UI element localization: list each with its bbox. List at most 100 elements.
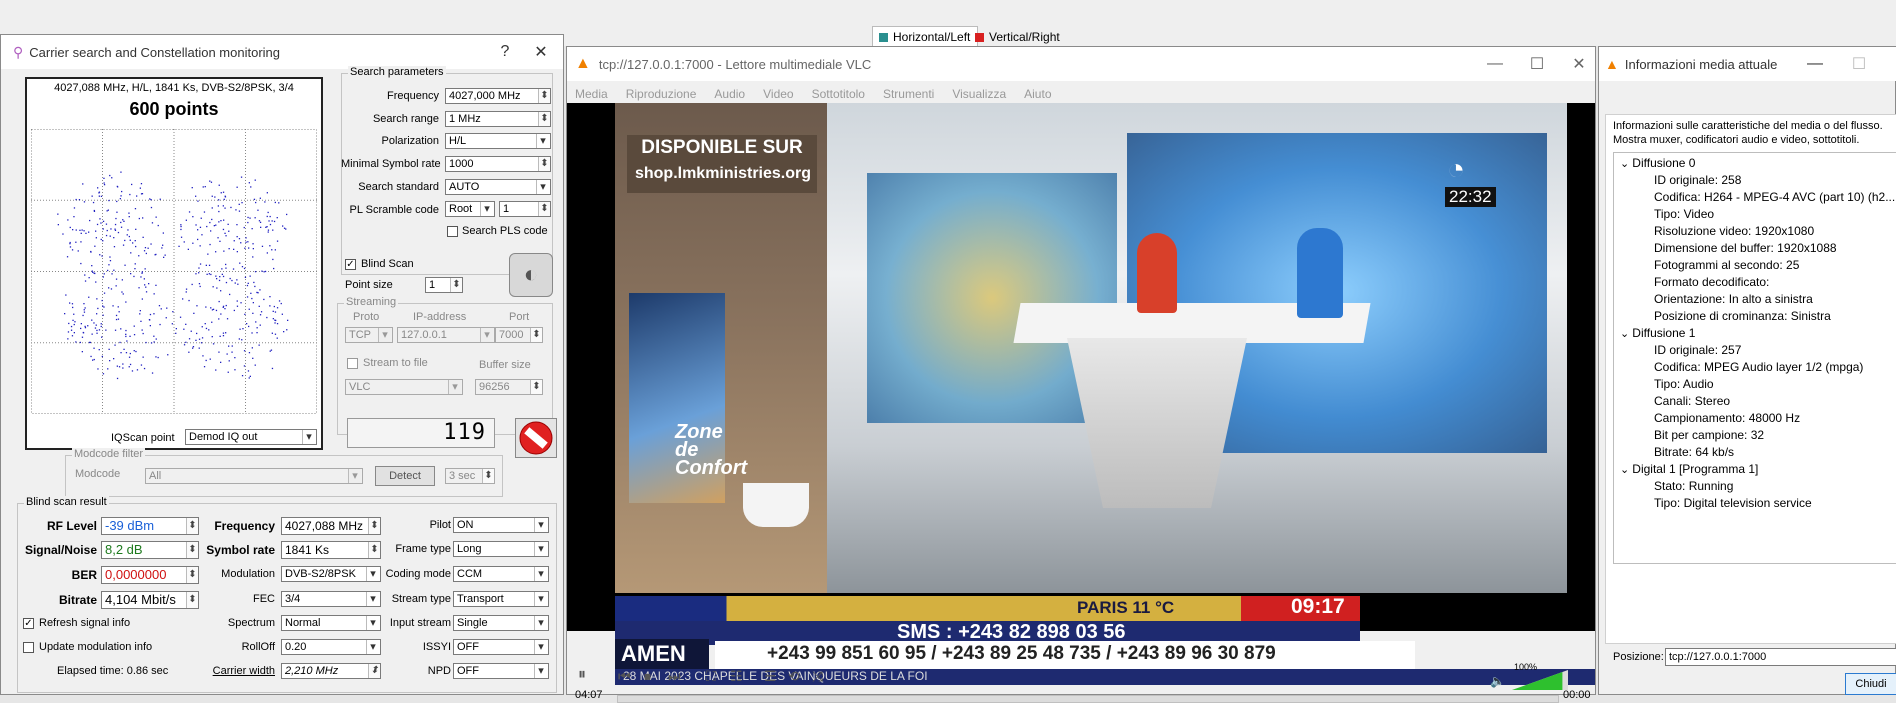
menu-media[interactable]: Media xyxy=(575,83,608,105)
stop-playback-button[interactable]: ⏹ xyxy=(644,668,651,685)
extended-settings-button[interactable]: ☷ xyxy=(730,668,743,685)
menu-strumenti[interactable]: Strumenti xyxy=(883,83,934,105)
constellation-point xyxy=(71,249,74,251)
constellation-point xyxy=(98,349,100,351)
stream-to-file-checkbox[interactable] xyxy=(347,358,358,369)
constellation-point xyxy=(231,345,233,347)
modulation-select[interactable]: DVB-S2/8PSK xyxy=(281,566,381,582)
tree-node[interactable]: ⌄ Diffusione 1 xyxy=(1614,325,1896,342)
loop-button[interactable]: ⟲ xyxy=(788,668,800,685)
volume-slider[interactable] xyxy=(1512,670,1568,690)
input-stream-select[interactable]: Single xyxy=(453,615,549,631)
constellation-point xyxy=(234,357,236,359)
constellation-point xyxy=(234,369,236,371)
iqscan-select[interactable]: Demod IQ out xyxy=(185,429,317,445)
update-modulation-checkbox[interactable] xyxy=(23,642,34,653)
chevron-down-icon[interactable]: ⌄ xyxy=(1620,328,1632,340)
constellation-point xyxy=(205,306,207,308)
modcode-select[interactable]: All xyxy=(145,468,363,484)
chevron-down-icon[interactable]: ⌄ xyxy=(1620,158,1632,170)
constellation-point xyxy=(199,285,201,288)
carrier-width-label[interactable]: Carrier width xyxy=(201,665,275,677)
coding-mode-select[interactable]: CCM xyxy=(453,566,549,582)
constellation-point xyxy=(93,358,95,361)
rolloff-label: RollOff xyxy=(241,641,275,653)
proto-select[interactable]: TCP xyxy=(345,327,393,343)
npd-select[interactable]: OFF xyxy=(453,663,549,679)
detect-button[interactable]: Detect xyxy=(375,466,435,486)
seek-bar[interactable] xyxy=(617,695,1559,703)
constellation-point xyxy=(251,228,253,230)
issyi-select[interactable]: OFF xyxy=(453,639,549,655)
point-size-input[interactable]: 1 xyxy=(425,277,463,293)
menu-sottotitolo[interactable]: Sottotitolo xyxy=(812,83,865,105)
constellation-point xyxy=(221,268,223,270)
polarization-select[interactable]: H/L xyxy=(445,133,551,149)
frame-type-select[interactable]: Long xyxy=(453,541,549,557)
port-input[interactable]: 7000 xyxy=(495,327,543,343)
constellation-point xyxy=(252,256,254,258)
chevron-down-icon[interactable]: ⌄ xyxy=(1620,464,1632,476)
constellation-point xyxy=(129,363,132,366)
vlc-close-button[interactable]: ✕ xyxy=(1557,54,1601,74)
constellation-point xyxy=(269,245,271,247)
volume-percent: 100% xyxy=(1514,662,1538,672)
ip-address-select[interactable]: 127.0.0.1 xyxy=(397,327,495,343)
constellation-point xyxy=(185,288,188,290)
min-symbol-rate-input[interactable]: 1000 xyxy=(445,156,551,172)
tree-node[interactable]: ⌄ Diffusione 0 xyxy=(1614,155,1896,172)
spectrum-select[interactable]: Normal xyxy=(281,615,381,631)
search-range-input[interactable]: 1 MHz xyxy=(445,111,551,127)
constellation-point xyxy=(199,226,202,228)
buffer-size-input[interactable]: 96256 xyxy=(475,379,543,395)
pilot-select[interactable]: ON xyxy=(453,517,549,533)
menu-video[interactable]: Video xyxy=(763,83,793,105)
maximize-button[interactable]: ☐ xyxy=(1515,54,1559,74)
constellation-point xyxy=(141,329,143,331)
menu-visualizza[interactable]: Visualizza xyxy=(952,83,1006,105)
constellation-point xyxy=(255,321,257,323)
menu-audio[interactable]: Audio xyxy=(714,83,745,105)
menu-aiuto[interactable]: Aiuto xyxy=(1024,83,1051,105)
fec-select[interactable]: 3/4 xyxy=(281,591,381,607)
tree-node[interactable]: ⌄ Digital 1 [Programma 1] xyxy=(1614,461,1896,478)
constellation-point xyxy=(154,254,156,256)
info-maximize-button[interactable]: ☐ xyxy=(1837,54,1881,74)
constellation-point xyxy=(106,229,108,232)
pl-scramble-mode-select[interactable]: Root xyxy=(445,201,495,217)
search-frequency-input[interactable]: 4027,000 MHz xyxy=(445,88,551,104)
info-minimize-button[interactable]: — xyxy=(1793,55,1837,73)
refresh-signal-checkbox[interactable]: ✓ xyxy=(23,618,34,629)
playlist-button[interactable]: ☰ xyxy=(764,668,777,685)
sec-input[interactable]: 3 sec xyxy=(445,468,495,484)
constellation-point xyxy=(218,351,220,353)
menu-riproduzione[interactable]: Riproduzione xyxy=(626,83,697,105)
next-button[interactable]: ⏭ xyxy=(668,668,681,685)
fullscreen-button[interactable]: ⛶ xyxy=(706,668,716,685)
close-button[interactable]: ✕ xyxy=(519,42,563,62)
pl-scramble-value-input[interactable]: 1 xyxy=(499,201,551,217)
constellation-point xyxy=(101,255,103,257)
position-field[interactable]: tcp://127.0.0.1:7000 xyxy=(1665,648,1896,666)
rolloff-select[interactable]: 0.20 xyxy=(281,639,381,655)
stop-button[interactable] xyxy=(515,418,557,458)
player-select[interactable]: VLC xyxy=(345,379,463,395)
blind-scan-checkbox[interactable]: ✓ xyxy=(345,259,356,270)
constellation-point xyxy=(281,313,283,315)
video-area[interactable]: ◔ 22:32 DISPONIBLE SUR shop.lmkministrie… xyxy=(567,103,1595,631)
satellite-dish-button[interactable]: ◐ xyxy=(509,253,553,297)
constellation-point xyxy=(98,191,101,193)
shuffle-button[interactable]: ⤨ xyxy=(812,668,823,685)
info-close-button[interactable]: Chiudi xyxy=(1845,673,1896,695)
constellation-point xyxy=(141,271,143,273)
constellation-point xyxy=(75,229,77,231)
stream-type-select[interactable]: Transport xyxy=(453,591,549,607)
constellation-point xyxy=(136,195,138,197)
pause-button[interactable]: ⏸ xyxy=(578,666,586,684)
constellation-point xyxy=(192,347,194,349)
search-pls-checkbox[interactable] xyxy=(447,226,458,237)
search-standard-select[interactable]: AUTO xyxy=(445,179,551,195)
minimize-button[interactable]: — xyxy=(1473,55,1517,73)
volume-icon[interactable]: 🔈 xyxy=(1490,674,1505,688)
previous-button[interactable]: ⏮ xyxy=(618,668,631,685)
